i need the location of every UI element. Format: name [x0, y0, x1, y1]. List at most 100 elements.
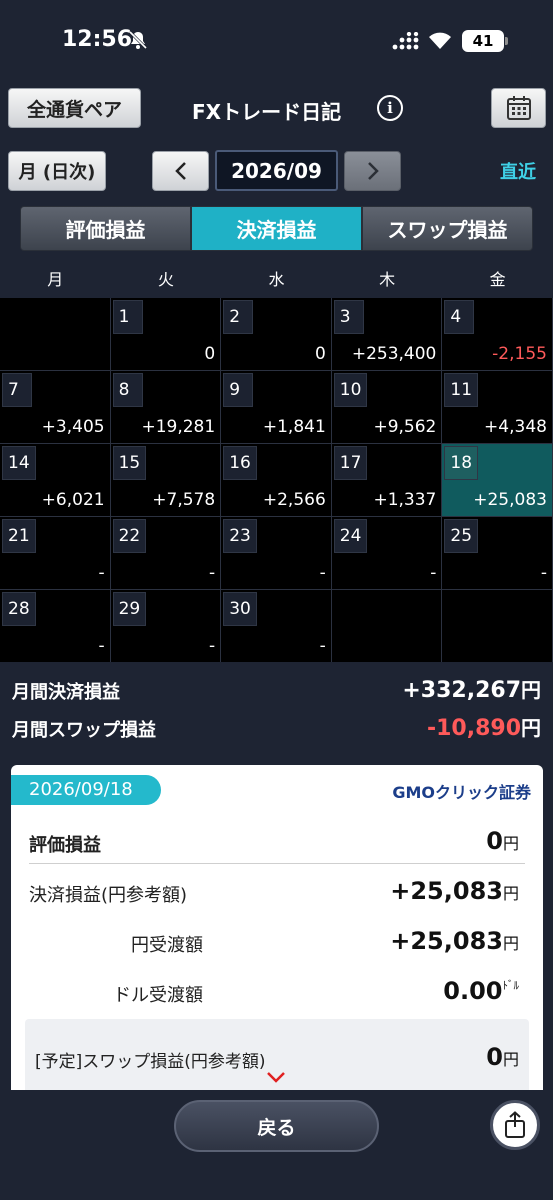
day-number: 16	[223, 446, 257, 480]
calendar-day-cell[interactable]: 28 -	[0, 590, 111, 663]
day-pnl-value: +9,562	[373, 417, 437, 437]
calendar-empty-cell	[442, 590, 553, 663]
battery-icon: 41	[462, 30, 508, 52]
scheduled-swap-label: [予定]スワップ損益(円参考額)	[35, 1052, 266, 1072]
day-number: 8	[112, 373, 143, 407]
day-number: 25	[444, 519, 479, 553]
share-icon	[505, 1111, 525, 1138]
pnl-tabs: 評価損益 決済損益 スワップ損益	[20, 206, 533, 251]
calendar-day-cell[interactable]: 7 +3,405	[0, 371, 111, 444]
tab-valuation[interactable]: 評価損益	[20, 206, 191, 251]
chevron-left-icon	[174, 162, 186, 180]
weekday-label: 木	[379, 270, 396, 289]
calendar-empty-cell	[0, 298, 111, 371]
day-number: 18	[444, 446, 479, 480]
day-pnl-value: +1,841	[262, 417, 326, 437]
day-pnl-value: +2,566	[262, 490, 326, 510]
day-number: 2	[223, 300, 254, 334]
calendar-day-cell[interactable]: 8 +19,281	[110, 371, 222, 444]
day-number: 22	[112, 519, 147, 553]
day-pnl-value: 0	[204, 344, 216, 364]
calendar-day-cell[interactable]: 17 +1,337	[331, 444, 443, 517]
monthly-settlement-value: +332,267円	[402, 678, 541, 703]
calendar-day-cell[interactable]: 30 -	[221, 590, 332, 663]
calendar-day-cell[interactable]: 14 +6,021	[0, 444, 111, 517]
day-pnl-value: +19,281	[141, 417, 216, 437]
calendar-day-cell[interactable]: 23 -	[221, 517, 332, 590]
day-pnl-value: +1,337	[373, 490, 437, 510]
calendar-day-cell[interactable]: 4 -2,155	[442, 298, 553, 371]
currency-pair-button[interactable]: 全通貨ペア	[8, 88, 141, 128]
calendar-week-row: 1 0 2 0 3 +253,400 4 -2,155	[0, 298, 553, 371]
tab-settlement[interactable]: 決済損益	[191, 206, 362, 251]
calendar-day-cell[interactable]: 16 +2,566	[221, 444, 332, 517]
month-display: 2026/09	[215, 150, 338, 191]
calendar-day-cell[interactable]: 10	[110, 298, 222, 371]
dollar-transfer-value: 0.00ﾄﾞﾙ	[443, 977, 519, 1005]
weekday-label: 火	[157, 270, 174, 289]
calendar-day-cell[interactable]: 11 +4,348	[442, 371, 553, 444]
tab-swap[interactable]: スワップ損益	[362, 206, 533, 251]
daily-detail-card: 2026/09/18 GMOクリック証券 評価損益 0円 決済損益(円参考額) …	[11, 765, 543, 1095]
calendar-week-row: 14 +6,021 15 +7,578 16 +2,566 17 +1,337 18 +25,08…	[0, 444, 553, 517]
monthly-summary: 月間決済損益 +332,267円 月間スワップ損益 -10,890円	[0, 662, 553, 754]
calendar-day-cell[interactable]: 25 -	[442, 517, 553, 590]
calendar-week-row: 28-29-30 -	[0, 590, 553, 663]
wifi-icon	[429, 32, 451, 49]
bell-off-icon	[128, 30, 148, 50]
latest-link[interactable]: 直近	[500, 158, 536, 184]
calendar-grid: 月 火 水 木 金 1 0 2 0 3 +253,400 4 -2,155 7 +3,405 8 +1…	[0, 262, 553, 663]
calendar-day-cell[interactable]: 29 -	[110, 590, 222, 663]
calendar-day-cell[interactable]: 22 -	[110, 517, 222, 590]
settlement-value: +25,083円	[390, 877, 519, 905]
day-number: 3	[333, 300, 364, 334]
calendar-day-cell[interactable]: 21 -	[0, 517, 111, 590]
page-title: FXトレード日記	[192, 100, 342, 124]
period-select-button[interactable]: 月 (日次)	[8, 151, 106, 191]
day-pnl-value: -2,155	[492, 344, 547, 364]
day-pnl-value: +4,348	[484, 417, 547, 437]
valuation-label: 評価損益	[29, 835, 101, 856]
next-month-button[interactable]	[344, 151, 401, 191]
settlement-label: 決済損益(円参考額)	[29, 885, 188, 906]
status-time: 12:56	[62, 27, 133, 52]
calendar-day-cell[interactable]: 18 +25,083	[442, 444, 553, 517]
signal-icon	[392, 32, 419, 50]
weekday-label: 水	[268, 270, 285, 289]
day-pnl-value: -	[319, 563, 326, 583]
day-number: 4	[444, 300, 475, 334]
calendar-day-cell[interactable]: 24 -	[331, 517, 443, 590]
calendar-day-cell[interactable]: 15 +7,578	[110, 444, 222, 517]
yen-transfer-value: +25,083円	[390, 927, 519, 955]
chevron-down-icon[interactable]	[266, 1070, 286, 1084]
calendar-day-cell[interactable]: 9 +1,841	[221, 371, 332, 444]
share-button[interactable]	[490, 1100, 540, 1150]
calendar-day-cell[interactable]: 3 +253,400	[331, 298, 443, 371]
day-pnl-value: +25,083	[473, 490, 547, 510]
day-pnl-value: -	[209, 563, 216, 583]
day-pnl-value: -	[540, 563, 547, 583]
calendar-day-cell[interactable]: 20	[221, 298, 332, 371]
day-number: 30	[223, 592, 257, 626]
chevron-right-icon	[367, 162, 379, 180]
back-button[interactable]: 戻る	[174, 1100, 379, 1152]
day-number: 24	[333, 519, 368, 553]
day-number: 15	[112, 446, 147, 480]
prev-month-button[interactable]	[152, 151, 209, 191]
dollar-transfer-label: ドル受渡額	[113, 985, 203, 1006]
calendar-button[interactable]	[491, 88, 546, 128]
monthly-settlement-label: 月間決済損益	[12, 682, 120, 703]
scheduled-swap-value: 0円	[486, 1043, 519, 1071]
day-number: 21	[2, 519, 36, 553]
day-number: 17	[333, 446, 368, 480]
info-icon[interactable]: i	[377, 95, 403, 121]
calendar-day-cell[interactable]: 10 +9,562	[331, 371, 443, 444]
day-pnl-value: -	[319, 636, 326, 656]
day-number: 10	[333, 373, 368, 407]
day-pnl-value: -	[98, 563, 105, 583]
day-pnl-value: +7,578	[152, 490, 216, 510]
day-number: 29	[112, 592, 147, 626]
day-number: 14	[2, 446, 36, 480]
calendar-week-row: 21-22-23-24-25-	[0, 517, 553, 590]
day-number: 7	[2, 373, 32, 407]
